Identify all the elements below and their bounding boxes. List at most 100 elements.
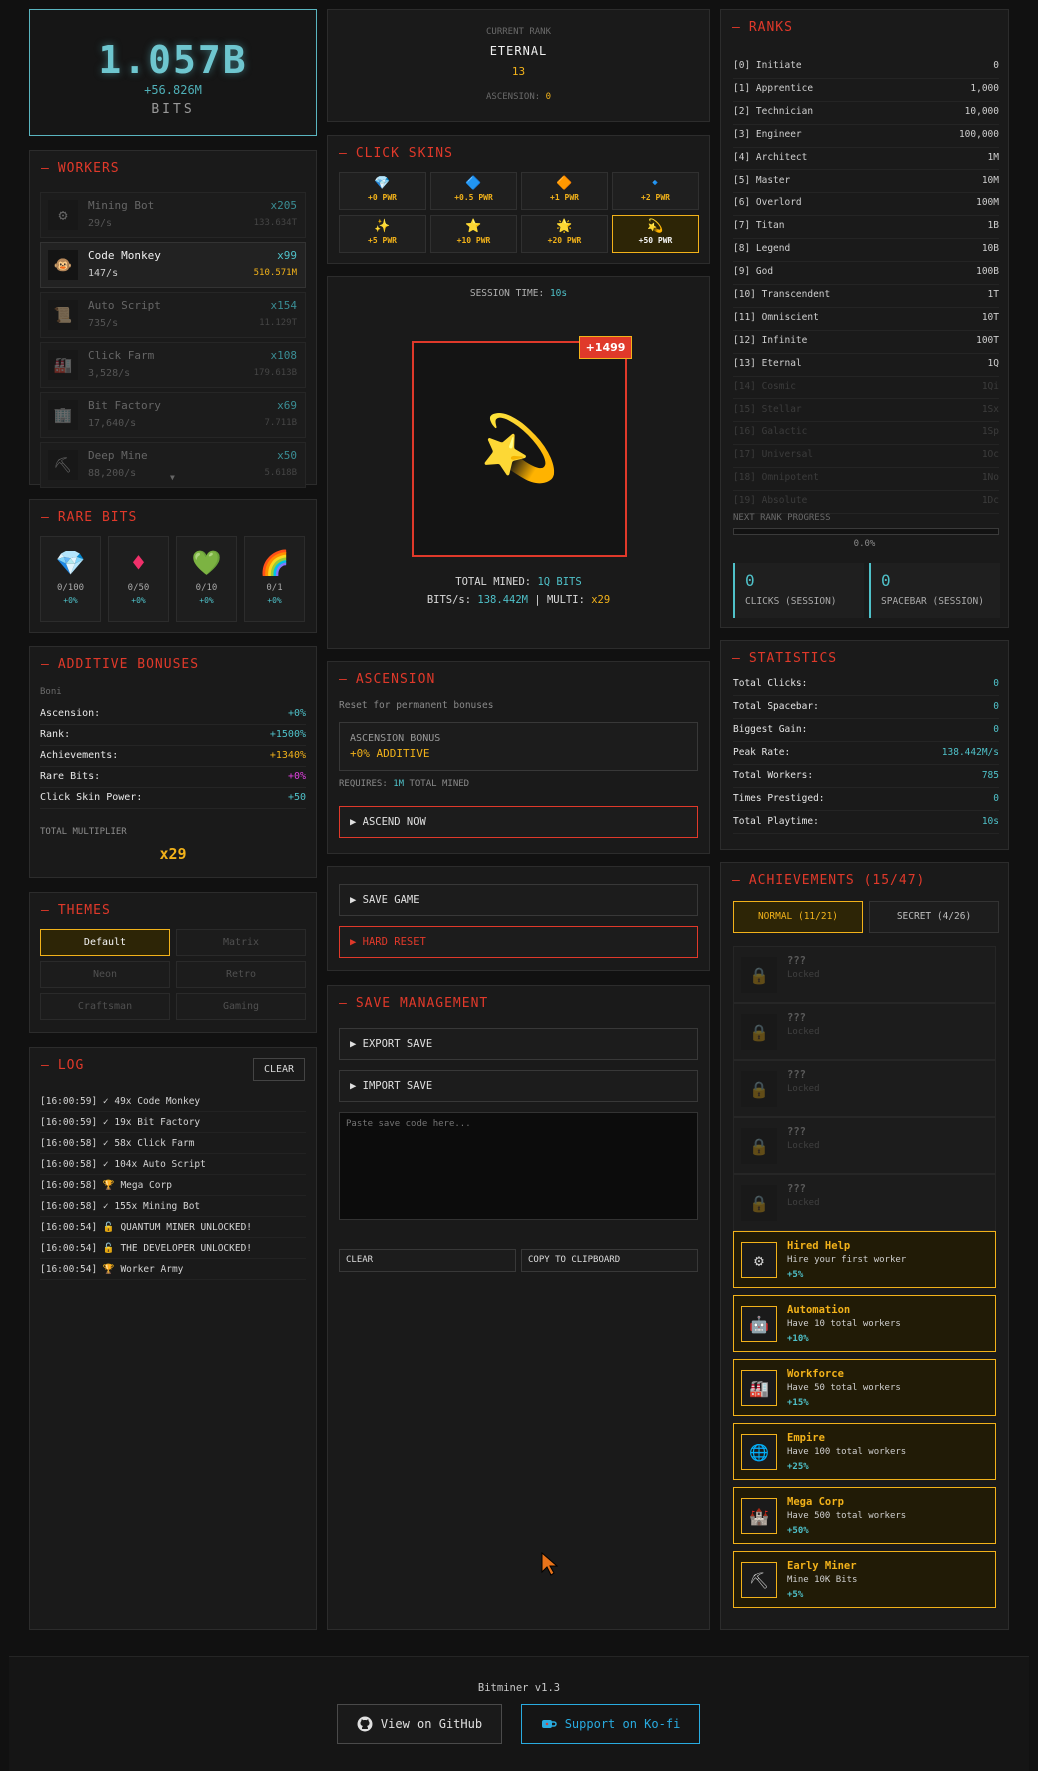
tab-normal-achievements[interactable]: NORMAL (11/21)	[733, 901, 863, 933]
bonus-label: Rare Bits:	[40, 771, 101, 782]
achievement-card[interactable]: 🔒??? Locked	[733, 946, 996, 1003]
github-icon	[357, 1716, 373, 1732]
current-rank-name: ETERNAL	[489, 44, 548, 58]
bonus-value: +0%	[287, 771, 306, 782]
click-target[interactable]: 💫	[412, 341, 627, 557]
skin-button[interactable]: 🌟 +20 PWR	[521, 215, 608, 253]
stat-row: Times Prestiged: 0	[733, 788, 999, 811]
ascend-now-button[interactable]: ▶ ASCEND NOW	[339, 806, 698, 838]
skin-button[interactable]: ⭐ +10 PWR	[430, 215, 517, 253]
achievement-bonus: +5%	[787, 1270, 804, 1280]
rank-row: [19] Absolute 1Dc	[733, 491, 999, 514]
achievement-name: Early Miner	[787, 1560, 857, 1572]
themes-title: — THEMES	[41, 903, 111, 918]
copy-to-clipboard-button[interactable]: COPY TO CLIPBOARD	[521, 1249, 698, 1272]
achievement-bonus: +10%	[787, 1334, 809, 1344]
rare-bit-card: 💎 0/100 +0%	[40, 536, 101, 622]
worker-rate: 3,528/s	[88, 368, 131, 379]
achievement-name: Automation	[787, 1304, 851, 1316]
rank-row: [8] Legend 10B	[733, 239, 999, 263]
worker-row[interactable]: ⚙ Mining Bot 29/s x205 133.634T	[40, 192, 306, 238]
achievement-name: Mega Corp	[787, 1496, 844, 1508]
achievement-card[interactable]: 🏭 Workforce Have 50 total workers +15%	[733, 1359, 996, 1416]
total-multiplier-label: TOTAL MULTIPLIER	[40, 827, 127, 837]
log-title: — LOG	[41, 1058, 85, 1073]
save-code-input[interactable]	[339, 1112, 698, 1220]
rainbow-icon: 🌈	[259, 549, 290, 577]
star-icon: ⭐	[465, 219, 482, 234]
building-icon: 🏢	[48, 400, 78, 430]
achievement-card[interactable]: ⛏ Early Miner Mine 10K Bits +5%	[733, 1551, 996, 1608]
theme-default-button[interactable]: Default	[40, 929, 170, 956]
save-game-button[interactable]: ▶ SAVE GAME	[339, 884, 698, 916]
statistics-title: — STATISTICS	[732, 651, 838, 666]
rank-name: [8] Legend	[733, 243, 791, 255]
rank-row: [0] Initiate 0	[733, 56, 999, 79]
achievements-list[interactable]: 🔒??? Locked 🔒??? Locked 🔒??? Locked 🔒??? Locked…	[733, 946, 998, 1619]
rank-requirement: 100,000	[958, 128, 999, 140]
achievement-card[interactable]: 🤖 Automation Have 10 total workers +10%	[733, 1295, 996, 1352]
scroll-down-icon[interactable]: ▼	[170, 473, 175, 482]
worker-row[interactable]: 📜 Auto Script 735/s x154 11.129T	[40, 292, 306, 338]
log-entry: [16:00:59] ✓ 19x Bit Factory	[40, 1112, 306, 1133]
bonus-row: Achievements: +1340%	[40, 746, 306, 767]
skin-button[interactable]: 🔶 +1 PWR	[521, 172, 608, 210]
achievement-card[interactable]: 🏰 Mega Corp Have 500 total workers +50%	[733, 1487, 996, 1544]
skin-button[interactable]: 🔹 +2 PWR	[612, 172, 699, 210]
worker-cost: 7.711B	[264, 418, 297, 428]
rank-requirement: 1Qi	[981, 380, 999, 392]
theme-neon-button[interactable]: Neon	[40, 961, 170, 988]
worker-row[interactable]: 🐵 Code Monkey 147/s x99 510.571M	[40, 242, 306, 288]
achievement-card[interactable]: 🔒??? Locked	[733, 1174, 996, 1231]
achievement-card[interactable]: 🔒??? Locked	[733, 1117, 996, 1174]
worker-name: Auto Script	[88, 299, 161, 312]
rank-requirement: 1M	[987, 151, 999, 163]
stat-value: 785	[981, 770, 999, 781]
theme-retro-button[interactable]: Retro	[176, 961, 306, 988]
session-time: SESSION TIME: 10s	[469, 288, 568, 299]
orange-diamond-icon: 🔶	[556, 176, 573, 191]
clear-save-code-button[interactable]: CLEAR	[339, 1249, 516, 1272]
dizzy-icon[interactable]: 💫	[414, 411, 625, 487]
bonus-row: Rare Bits: +0%	[40, 767, 306, 788]
skin-button[interactable]: ✨ +5 PWR	[339, 215, 426, 253]
click-skins-title: — CLICK SKINS	[339, 146, 453, 161]
achievement-card[interactable]: 🔒??? Locked	[733, 1003, 996, 1060]
skin-button[interactable]: 💎 +0 PWR	[339, 172, 426, 210]
rank-requirement: 100M	[976, 197, 999, 209]
session-spacebar-value: 0	[881, 571, 891, 590]
skin-button[interactable]: 🔷 +0.5 PWR	[430, 172, 517, 210]
achievement-description: Have 500 total workers	[787, 1511, 907, 1521]
import-save-button[interactable]: ▶ IMPORT SAVE	[339, 1070, 698, 1102]
hard-reset-button[interactable]: ▶ HARD RESET	[339, 926, 698, 958]
pickaxe-icon: ⛏	[48, 450, 78, 480]
rank-row: [15] Stellar 1Sx	[733, 400, 999, 423]
worker-cost: 5.618B	[264, 468, 297, 478]
skin-button[interactable]: 💫 +50 PWR	[612, 215, 699, 253]
theme-craftsman-button[interactable]: Craftsman	[40, 993, 170, 1020]
theme-gaming-button[interactable]: Gaming	[176, 993, 306, 1020]
achievement-card[interactable]: 🌐 Empire Have 100 total workers +25%	[733, 1423, 996, 1480]
log-clear-button[interactable]: CLEAR	[253, 1058, 305, 1081]
log-entry: [16:00:58] ✓ 58x Click Farm	[40, 1133, 306, 1154]
theme-matrix-button[interactable]: Matrix	[176, 929, 306, 956]
export-save-button[interactable]: ▶ EXPORT SAVE	[339, 1028, 698, 1060]
worker-name: Deep Mine	[88, 449, 148, 462]
diamond-icon: 💎	[55, 549, 86, 577]
worker-row[interactable]: 🏭 Click Farm 3,528/s x108 179.613B	[40, 342, 306, 388]
achievement-card[interactable]: ⚙ Hired Help Hire your first worker +5%	[733, 1231, 996, 1288]
achievement-description: Locked	[787, 970, 820, 980]
rare-bit-bonus: +0%	[199, 596, 214, 605]
worker-row[interactable]: 🏢 Bit Factory 17,640/s x69 7.711B	[40, 392, 306, 438]
github-link[interactable]: View on GitHub	[337, 1704, 502, 1744]
achievement-card[interactable]: 🔒??? Locked	[733, 1060, 996, 1117]
rank-row: [3] Engineer 100,000	[733, 125, 999, 148]
kofi-link[interactable]: Support on Ko-fi	[521, 1704, 700, 1744]
achievement-description: Have 100 total workers	[787, 1447, 907, 1457]
sun-icon: 🌟	[556, 219, 573, 234]
red-gem-icon: ♦	[131, 549, 146, 577]
worker-cost: 179.613B	[253, 368, 297, 378]
worker-rate: 147/s	[88, 268, 119, 279]
tab-secret-achievements[interactable]: SECRET (4/26)	[869, 901, 999, 933]
rare-bit-count: 0/10	[195, 583, 218, 593]
